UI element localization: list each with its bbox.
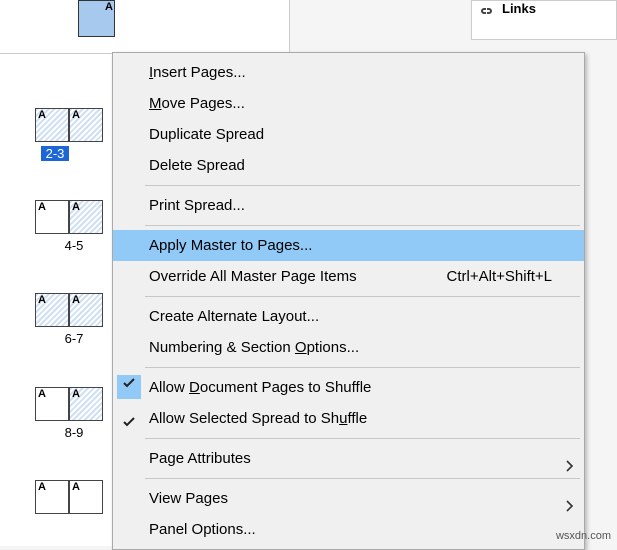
menu-allow-sel-shuffle[interactable]: Allow Selected Spread to Shuffle (113, 403, 584, 434)
menu-move-pages[interactable]: Move Pages... (113, 88, 584, 119)
menu-shortcut: Ctrl+Alt+Shift+L (447, 261, 552, 292)
menu-delete-spread[interactable]: Delete Spread (113, 150, 584, 181)
links-label: Links (502, 1, 536, 16)
page-8[interactable]: A (35, 387, 69, 421)
menu-label: Override All Master Page Items (149, 268, 357, 285)
menu-override-master[interactable]: Override All Master Page Items Ctrl+Alt+… (113, 261, 584, 292)
page-master-letter: A (38, 109, 46, 121)
menu-apply-master[interactable]: Apply Master to Pages... (113, 230, 584, 261)
menu-insert-pages[interactable]: Insert Pages... (113, 57, 584, 88)
menu-label: Apply Master to Pages... (149, 237, 312, 254)
menu-label: Allow Document Pages to Shuffle (149, 379, 371, 396)
pages-context-menu: Insert Pages... Move Pages... Duplicate … (112, 52, 585, 550)
submenu-arrow-icon (566, 452, 574, 483)
page-master-letter: A (72, 201, 80, 213)
spread-label[interactable]: 2-3 (41, 146, 69, 161)
menu-label: Print Spread... (149, 197, 245, 214)
menu-numbering[interactable]: Numbering & Section Options... (113, 332, 584, 363)
menu-separator (145, 225, 580, 226)
menu-label: View Pages (149, 490, 228, 507)
master-page-preview[interactable]: A (78, 0, 115, 37)
menu-label: Insert Pages... (149, 64, 246, 81)
links-icon (478, 4, 496, 22)
menu-separator (145, 438, 580, 439)
menu-label: Allow Selected Spread to Shuffle (149, 410, 367, 427)
menu-label: Delete Spread (149, 157, 245, 174)
page-master-letter: A (72, 109, 80, 121)
page-master-letter: A (72, 481, 80, 493)
watermark: wsxdn.com (556, 530, 611, 542)
menu-panel-options[interactable]: Panel Options... (113, 514, 584, 545)
page-7[interactable]: A (69, 293, 103, 327)
menu-label: Duplicate Spread (149, 126, 264, 143)
page-master-letter: A (38, 294, 46, 306)
page-9[interactable]: A (69, 387, 103, 421)
page-left[interactable]: A (35, 480, 69, 514)
page-3[interactable]: A (69, 108, 103, 142)
menu-label: Panel Options... (149, 521, 256, 538)
menu-view-pages[interactable]: View Pages (113, 483, 584, 514)
menu-label: Page Attributes (149, 450, 251, 467)
page-4[interactable]: A (35, 200, 69, 234)
check-icon (121, 410, 137, 441)
page-master-letter: A (72, 388, 80, 400)
page-2[interactable]: A (35, 108, 69, 142)
menu-separator (145, 296, 580, 297)
menu-duplicate-spread[interactable]: Duplicate Spread (113, 119, 584, 150)
menu-label: Move Pages... (149, 95, 245, 112)
page-master-letter: A (72, 294, 80, 306)
menu-label: Numbering & Section Options... (149, 339, 359, 356)
menu-separator (145, 478, 580, 479)
menu-print-spread[interactable]: Print Spread... (113, 190, 584, 221)
menu-separator (145, 367, 580, 368)
master-letter: A (105, 1, 113, 13)
menu-label: Create Alternate Layout... (149, 308, 319, 325)
menu-allow-doc-shuffle[interactable]: Allow Document Pages to Shuffle (113, 372, 584, 403)
page-master-letter: A (38, 201, 46, 213)
page-master-letter: A (38, 481, 46, 493)
menu-create-alternate[interactable]: Create Alternate Layout... (113, 301, 584, 332)
page-master-letter: A (38, 388, 46, 400)
links-panel-header[interactable]: Links (471, 0, 617, 40)
page-5[interactable]: A (69, 200, 103, 234)
page-6[interactable]: A (35, 293, 69, 327)
menu-separator (145, 185, 580, 186)
page-right[interactable]: A (69, 480, 103, 514)
check-icon (117, 375, 141, 399)
menu-page-attributes[interactable]: Page Attributes (113, 443, 584, 474)
